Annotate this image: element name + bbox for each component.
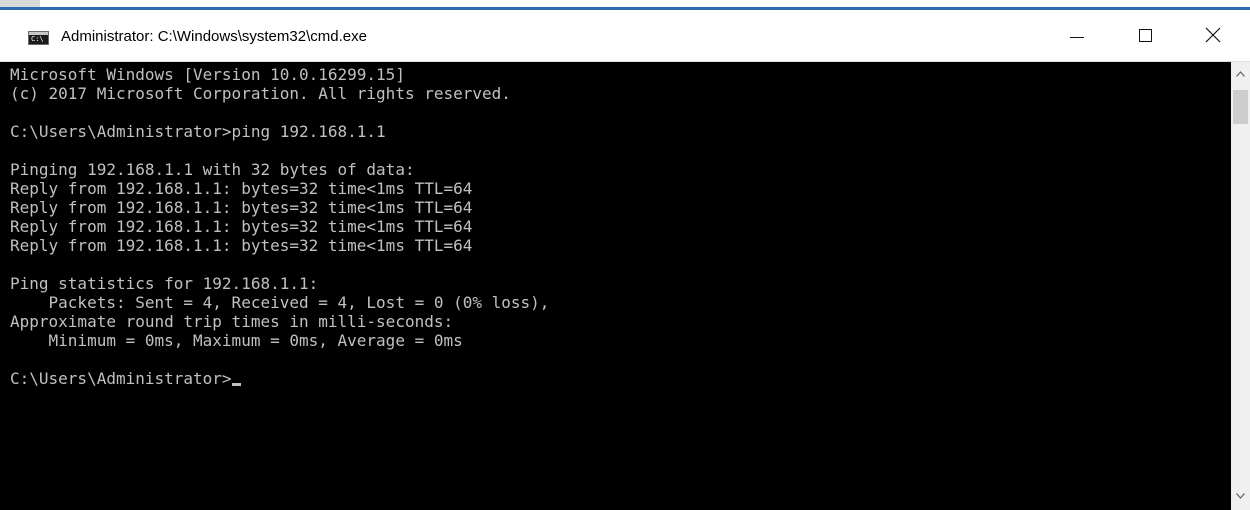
console-line-copyright: (c) 2017 Microsoft Corporation. All righ… bbox=[10, 84, 511, 103]
console-line-ping-header: Pinging 192.168.1.1 with 32 bytes of dat… bbox=[10, 160, 415, 179]
text-cursor bbox=[231, 383, 241, 386]
close-icon bbox=[1205, 27, 1221, 43]
scrollbar-thumb[interactable] bbox=[1233, 90, 1248, 124]
console-line-reply: Reply from 192.168.1.1: bytes=32 time<1m… bbox=[10, 198, 473, 217]
scroll-up-arrow-icon bbox=[1236, 71, 1245, 77]
cmd-icon-label: C:\ bbox=[31, 35, 44, 43]
console-lines: Microsoft Windows [Version 10.0.16299.15… bbox=[10, 65, 1225, 388]
scroll-down-arrow-icon bbox=[1236, 493, 1245, 499]
console-line-banner: Microsoft Windows [Version 10.0.16299.15… bbox=[10, 65, 405, 84]
scroll-down-button[interactable] bbox=[1231, 487, 1250, 507]
console-line-reply: Reply from 192.168.1.1: bytes=32 time<1m… bbox=[10, 179, 473, 198]
prompt-text: C:\Users\Administrator> bbox=[10, 369, 232, 388]
console-line-prompt[interactable]: C:\Users\Administrator> bbox=[10, 369, 1225, 388]
cmd-icon[interactable]: C:\ bbox=[28, 31, 49, 45]
cmd-window: C:\ Administrator: C:\Windows\system32\c… bbox=[0, 0, 1250, 510]
minimize-button[interactable] bbox=[1054, 10, 1100, 61]
minimize-icon bbox=[1070, 37, 1084, 38]
maximize-icon bbox=[1139, 29, 1152, 42]
title-bar[interactable]: C:\ Administrator: C:\Windows\system32\c… bbox=[0, 10, 1250, 62]
console-line-rtt-header: Approximate round trip times in milli-se… bbox=[10, 312, 454, 331]
console-line-packets: Packets: Sent = 4, Received = 4, Lost = … bbox=[10, 293, 550, 312]
console-line-command: C:\Users\Administrator>ping 192.168.1.1 bbox=[10, 122, 386, 141]
window-title: Administrator: C:\Windows\system32\cmd.e… bbox=[61, 28, 367, 45]
console-line-reply: Reply from 192.168.1.1: bytes=32 time<1m… bbox=[10, 217, 473, 236]
vertical-scrollbar[interactable] bbox=[1231, 62, 1250, 510]
close-button[interactable] bbox=[1190, 10, 1236, 61]
maximize-button[interactable] bbox=[1123, 10, 1169, 61]
scroll-up-button[interactable] bbox=[1231, 65, 1250, 85]
console-line-statistics: Ping statistics for 192.168.1.1: bbox=[10, 274, 319, 293]
window-top-edge bbox=[0, 0, 1250, 10]
console-output[interactable]: Microsoft Windows [Version 10.0.16299.15… bbox=[0, 62, 1231, 510]
console-line-rtt-values: Minimum = 0ms, Maximum = 0ms, Average = … bbox=[10, 331, 463, 350]
console-line-reply: Reply from 192.168.1.1: bytes=32 time<1m… bbox=[10, 236, 473, 255]
